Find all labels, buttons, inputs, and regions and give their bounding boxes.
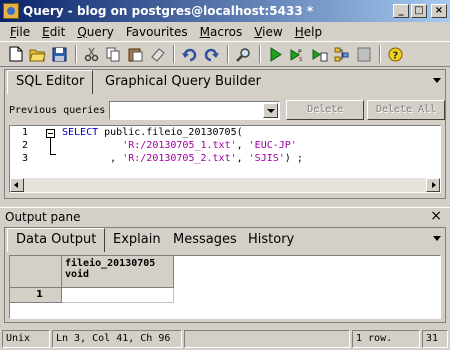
sql-editor-panel: SQL Editor Graphical Query Builder Previ… (4, 69, 446, 199)
cancel-query-icon[interactable] (353, 44, 374, 65)
scroll-right-icon[interactable] (426, 178, 440, 192)
tab-list-dropdown-icon[interactable] (433, 78, 441, 83)
redo-icon[interactable] (201, 44, 222, 65)
code-line-1: SELECT public.fileio_20130705( (62, 126, 303, 139)
minimize-button[interactable]: _ (393, 4, 409, 18)
new-file-icon[interactable] (5, 44, 26, 65)
menu-file[interactable]: File (4, 25, 36, 39)
tab-data-output[interactable]: Data Output (7, 228, 106, 252)
fold-guide-end (50, 154, 56, 155)
sql-keyword: SELECT (62, 127, 99, 138)
output-tabs: Data Output Explain Messages History (5, 228, 445, 252)
editor-tabs: SQL Editor Graphical Query Builder (5, 70, 445, 94)
output-pane-header: Output pane × (0, 207, 450, 225)
find-magnifier-icon[interactable] (233, 44, 254, 65)
delete-all-button[interactable]: Delete All (367, 100, 445, 120)
status-line-ending: Unix (2, 330, 50, 348)
grid-corner[interactable] (10, 256, 62, 288)
menu-view[interactable]: View (248, 25, 288, 39)
code-lines: SELECT public.fileio_20130705( 'R:/20130… (62, 126, 303, 165)
line-number-gutter: 1 2 3 (10, 126, 40, 178)
explain-query-icon[interactable] (331, 44, 352, 65)
svg-text:?: ? (393, 50, 399, 61)
output-panel: Data Output Explain Messages History fil… (4, 227, 446, 323)
previous-queries-label: Previous queries (9, 104, 106, 116)
status-cursor-position: Ln 3, Col 41, Ch 96 (52, 330, 182, 348)
maximize-button[interactable]: □ (411, 4, 427, 18)
toolbar: PS ? (0, 41, 450, 67)
svg-text:S: S (299, 57, 302, 62)
grid-cell[interactable] (62, 288, 174, 303)
column-type: void (65, 269, 90, 280)
close-window-button[interactable]: × (431, 4, 447, 18)
delete-button[interactable]: Delete (286, 100, 365, 120)
toolbar-separator (227, 45, 229, 63)
menu-bar: File Edit Query Favourites Macros View H… (0, 22, 450, 41)
previous-queries-row: Previous queries Delete Delete All (5, 99, 445, 121)
tab-messages[interactable]: Messages (165, 230, 245, 252)
sql-editor[interactable]: 1 2 3 SELECT public.fileio_20130705( 'R:… (9, 125, 441, 193)
column-header[interactable]: fileio_20130705 void (62, 256, 174, 288)
string-literal: 'SJIS' (248, 153, 285, 164)
cut-icon[interactable] (81, 44, 102, 65)
menu-macros[interactable]: Macros (194, 25, 249, 39)
execute-query-icon[interactable] (265, 44, 286, 65)
copy-icon[interactable] (103, 44, 124, 65)
menu-favourites[interactable]: Favourites (120, 25, 194, 39)
horizontal-scrollbar[interactable] (10, 178, 440, 192)
line-number: 3 (21, 153, 28, 164)
status-row-count: 1 row. (352, 330, 420, 348)
data-output-grid[interactable]: fileio_20130705 void 1 (9, 255, 441, 319)
title-bar: Query - blog on postgres@localhost:5433 … (0, 0, 450, 22)
help-icon[interactable]: ? (385, 44, 406, 65)
code-text: ) ; (284, 153, 303, 164)
tab-list-dropdown-icon[interactable] (433, 236, 441, 241)
execute-pgscript-icon[interactable]: PS (287, 44, 308, 65)
code-line-2: 'R:/20130705_1.txt', 'EUC-JP' (62, 139, 303, 152)
toolbar-separator (259, 45, 261, 63)
toolbar-separator (379, 45, 381, 63)
tab-history[interactable]: History (240, 230, 303, 252)
execute-to-file-icon[interactable] (309, 44, 330, 65)
pgadmin-app-icon (3, 3, 19, 19)
save-icon[interactable] (49, 44, 70, 65)
clear-eraser-icon[interactable] (147, 44, 168, 65)
code-text: , (236, 140, 249, 151)
menu-query[interactable]: Query (71, 25, 119, 39)
code-text: , (236, 153, 249, 164)
fold-guide-line (50, 138, 51, 154)
row-header[interactable]: 1 (10, 288, 62, 303)
status-message (184, 330, 350, 348)
line-number: 1 (21, 127, 28, 138)
menu-help[interactable]: Help (289, 25, 328, 39)
status-elapsed-time: 31 (422, 330, 448, 348)
svg-text:P: P (298, 49, 302, 56)
output-pane-title: Output pane (5, 210, 81, 224)
menu-edit[interactable]: Edit (36, 25, 71, 39)
fold-toggle-icon[interactable] (46, 129, 55, 138)
tab-graphical-query-builder[interactable]: Graphical Query Builder (97, 72, 269, 94)
tab-sql-editor[interactable]: SQL Editor (7, 70, 94, 94)
string-literal: 'R:/20130705_1.txt' (122, 140, 237, 151)
string-literal: 'R:/20130705_2.txt' (122, 153, 237, 164)
status-bar: Unix Ln 3, Col 41, Ch 96 1 row. 31 (0, 328, 450, 350)
open-folder-icon[interactable] (27, 44, 48, 65)
code-line-3: , 'R:/20130705_2.txt', 'SJIS') ; (62, 152, 303, 165)
previous-queries-select[interactable] (108, 100, 281, 120)
string-literal: 'EUC-JP' (248, 140, 297, 151)
code-indent: , (62, 153, 123, 164)
close-output-pane-icon[interactable]: × (430, 208, 442, 224)
line-number: 2 (21, 140, 28, 151)
undo-icon[interactable] (179, 44, 200, 65)
window-title: Query - blog on postgres@localhost:5433 … (23, 4, 314, 18)
column-name: fileio_20130705 (65, 258, 156, 269)
toolbar-separator (75, 45, 77, 63)
tab-explain[interactable]: Explain (105, 230, 169, 252)
toolbar-separator (173, 45, 175, 63)
chevron-down-icon[interactable] (263, 102, 279, 118)
scroll-left-icon[interactable] (10, 178, 24, 192)
code-text: public.fileio_20130705( (98, 127, 243, 138)
paste-icon[interactable] (125, 44, 146, 65)
